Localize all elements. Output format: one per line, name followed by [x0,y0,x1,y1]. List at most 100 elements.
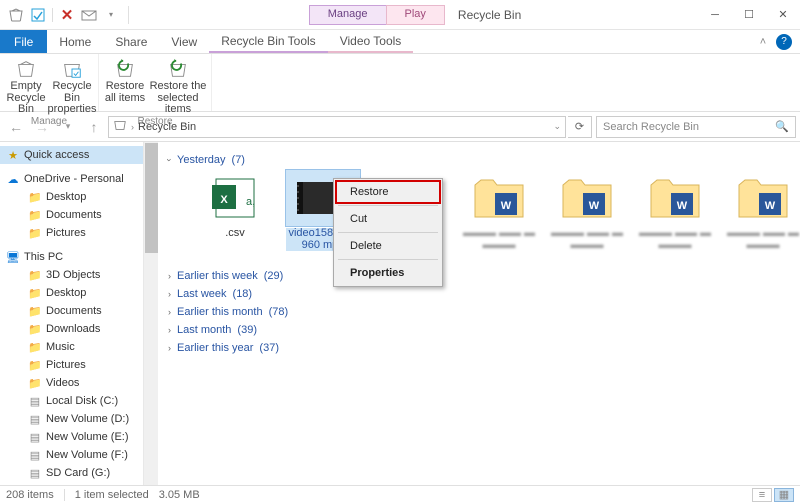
ribbon-tabs: File Home Share View Recycle Bin Tools V… [0,30,800,54]
nav-label: Local Disk (C:) [46,395,118,407]
bin-properties-icon [61,58,83,80]
context-menu-restore[interactable]: Restore [336,181,440,203]
scrollbar-thumb[interactable] [145,143,158,253]
group-count: (7) [232,154,245,166]
file-item-folder-2[interactable]: W ▬▬▬ ▬▬ ▬▬▬▬ [550,170,624,264]
nav-onedrive-desktop[interactable]: 📁Desktop [0,188,157,206]
nav-label: New Volume (F:) [46,449,128,461]
excel-icon: Xa, [198,170,272,226]
restore-all-button[interactable]: Restore all items [103,56,147,116]
nav-pictures[interactable]: 📁Pictures [0,356,157,374]
nav-volume-e[interactable]: ▤New Volume (E:) [0,428,157,446]
disk-icon: ▤ [28,466,42,480]
disk-icon: ▤ [28,394,42,408]
nav-volume-f[interactable]: ▤New Volume (F:) [0,446,157,464]
group-count: (18) [233,288,253,300]
navpane-scrollbar[interactable] [143,142,158,485]
nav-onedrive-documents[interactable]: 📁Documents [0,206,157,224]
restore-selected-button[interactable]: Restore the selected items [149,56,207,116]
group-header-earlier-month[interactable]: › Earlier this month (78) [168,306,790,318]
mail-qat-icon[interactable] [81,7,97,23]
context-menu-delete[interactable]: Delete [336,235,440,257]
content-pane[interactable]: › Yesterday (7) Xa, .csv video1584163960… [158,142,800,485]
search-placeholder: Search Recycle Bin [603,121,699,133]
view-switcher: ≡ ▦ [752,488,794,502]
nav-label: New Volume (E:) [46,431,129,443]
group-header-last-week[interactable]: › Last week (18) [168,288,790,300]
nav-label: Desktop [46,287,86,299]
refresh-button[interactable]: ⟳ [568,116,592,138]
nav-sd-card-g[interactable]: ▤SD Card (G:) [0,464,157,482]
group-header-last-month[interactable]: › Last month (39) [168,324,790,336]
nav-desktop[interactable]: 📁 Desktop [0,284,157,302]
file-item-csv[interactable]: Xa, .csv [198,170,272,264]
help-icon[interactable]: ? [776,34,792,50]
tab-view[interactable]: View [159,30,209,53]
context-menu-properties[interactable]: Properties [336,262,440,284]
nav-quick-access[interactable]: ★Quick access [0,146,157,164]
recycle-bin-properties-button[interactable]: Recycle Bin properties [50,56,94,116]
svg-text:W: W [677,200,688,212]
tab-recycle-bin-tools[interactable]: Recycle Bin Tools [209,30,328,53]
collapse-ribbon-icon[interactable]: ˄ [752,31,774,53]
folder-icon: 📁 [28,286,42,300]
path-segment[interactable]: Recycle Bin [138,121,196,133]
group-header-earlier-year[interactable]: › Earlier this year (37) [168,342,790,354]
address-path[interactable]: › Recycle Bin ⌄ [108,116,566,138]
qat-dropdown-icon[interactable]: ▾ [103,7,119,23]
file-item-folder-4[interactable]: W ▬▬▬ ▬▬ ▬▬▬▬ [726,170,800,264]
search-icon[interactable]: 🔍 [775,120,789,133]
chevron-right-icon[interactable]: › [131,122,134,132]
file-item-folder-3[interactable]: W ▬▬▬ ▬▬ ▬▬▬▬ [638,170,712,264]
tab-home[interactable]: Home [47,30,103,53]
nav-label: Quick access [24,149,89,161]
nav-onedrive-pictures[interactable]: 📁 Pictures [0,224,157,242]
nav-label: Documents [46,209,102,221]
svg-text:W: W [501,200,512,212]
group-header-earlier-week[interactable]: › Earlier this week (29) [168,270,790,282]
group-header-yesterday[interactable]: › Yesterday (7) [168,154,790,166]
empty-recycle-bin-button[interactable]: Empty Recycle Bin [4,56,48,116]
maximize-button[interactable]: ☐ [732,0,766,30]
close-button[interactable]: ✕ [766,0,800,30]
context-menu-cut[interactable]: Cut [336,208,440,230]
nav-onedrive[interactable]: ☁OneDrive - Personal [0,170,157,188]
folder-word-icon: W [550,170,624,226]
thumbnails-view-button[interactable]: ▦ [774,488,794,502]
group-label: Yesterday [177,154,226,166]
minimize-button[interactable]: ─ [698,0,732,30]
window-title: Recycle Bin [458,8,521,22]
recent-locations-button[interactable]: ▾ [56,115,80,139]
nav-label: New Volume (D:) [46,413,129,425]
nav-music[interactable]: 📁Music [0,338,157,356]
search-box[interactable]: Search Recycle Bin 🔍 [596,116,796,138]
chevron-right-icon: › [168,343,171,353]
nav-this-pc[interactable]: 🖥This PC [0,248,157,266]
qat-divider [128,6,129,24]
nav-downloads[interactable]: 📁Downloads [0,320,157,338]
tab-share[interactable]: Share [103,30,159,53]
up-button[interactable]: ↑ [82,115,106,139]
nav-label: Pictures [46,227,86,239]
tab-video-tools[interactable]: Video Tools [328,30,414,53]
address-dropdown-icon[interactable]: ⌄ [553,121,561,132]
nav-local-disk-c[interactable]: ▤ Local Disk (C:) [0,392,157,410]
back-button[interactable]: ← [4,115,28,139]
nav-label: OneDrive - Personal [24,173,124,185]
nav-videos[interactable]: 📁Videos [0,374,157,392]
properties-qat-icon[interactable] [30,7,46,23]
close-qat-icon[interactable]: ✕ [59,7,75,23]
details-view-button[interactable]: ≡ [752,488,772,502]
nav-volume-d[interactable]: ▤New Volume (D:) [0,410,157,428]
file-label-obscured: ▬▬▬ ▬▬ ▬▬▬▬ [726,228,800,251]
context-tab-manage[interactable]: Manage [309,5,387,25]
folder-icon: 📁 [28,226,42,240]
nav-documents[interactable]: 📁Documents [0,302,157,320]
forward-button[interactable]: → [30,115,54,139]
group-count: (39) [237,324,257,336]
nav-3d-objects[interactable]: 📁3D Objects [0,266,157,284]
tab-file[interactable]: File [0,30,47,53]
file-item-folder-1[interactable]: W ▬▬▬ ▬▬ ▬▬▬▬ [462,170,536,264]
chevron-right-icon: › [168,289,171,299]
context-tab-play[interactable]: Play [386,5,445,25]
